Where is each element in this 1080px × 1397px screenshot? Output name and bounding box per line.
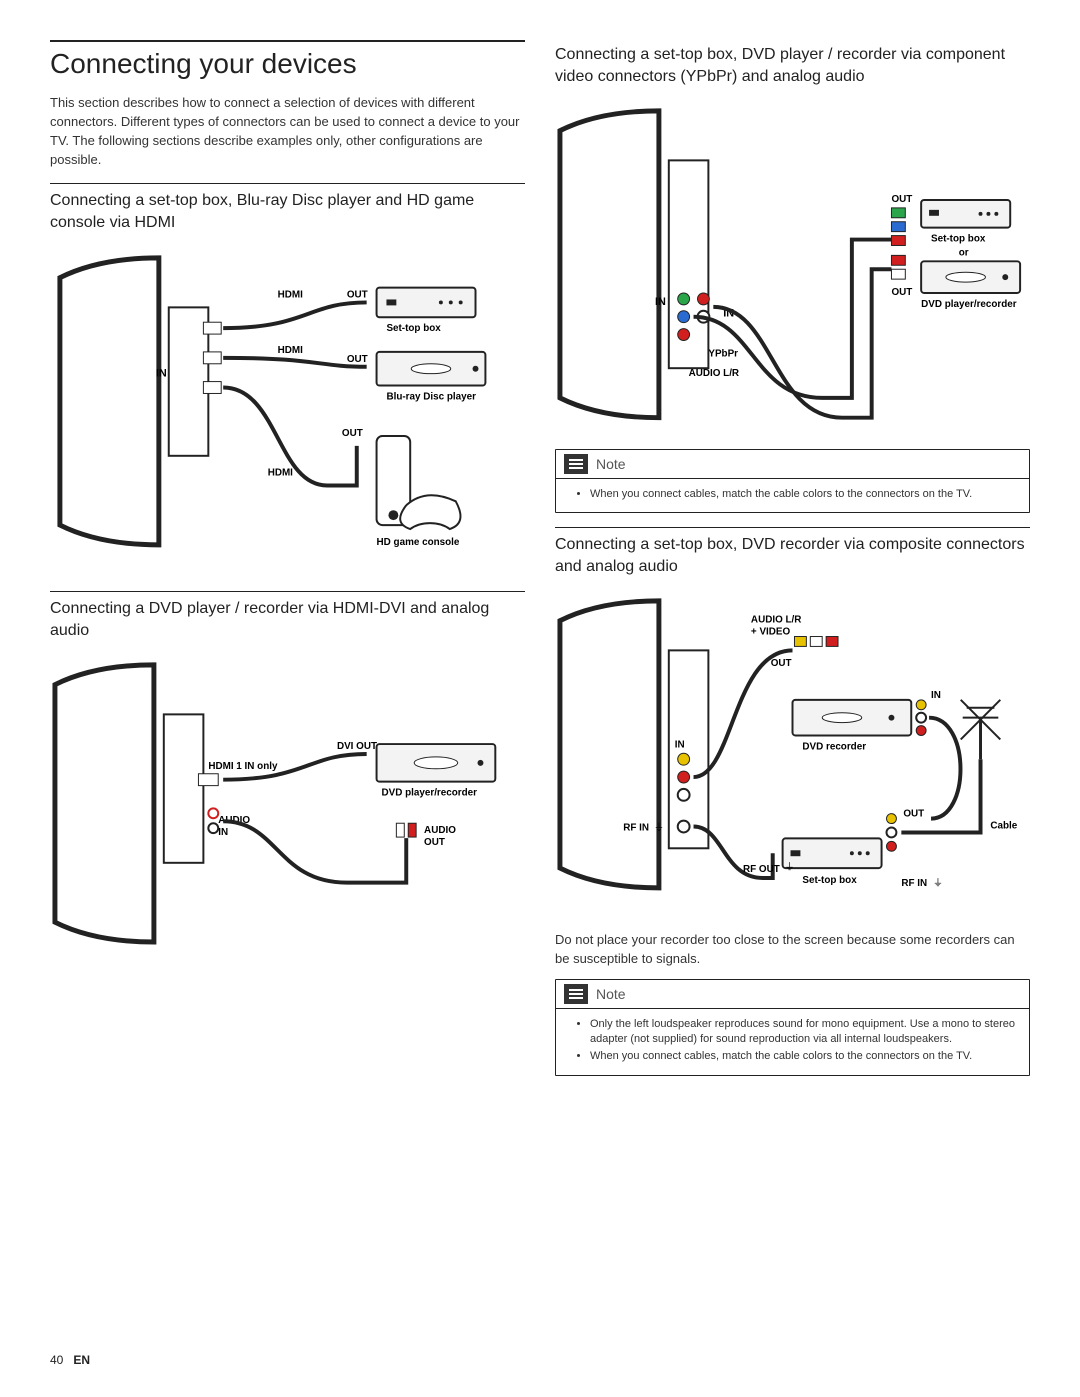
diagram-composite: IN RF IN ⏚ AUDIO L/R + VIDEO OUT DVD rec…: [555, 591, 1030, 918]
label-out: OUT: [771, 659, 792, 670]
note-box-ypbpr: Note When you connect cables, match the …: [555, 449, 1030, 513]
intro-paragraph: This section describes how to connect a …: [50, 94, 525, 169]
label-audio-lr: AUDIO L/R: [689, 368, 739, 379]
section-heading-composite: Connecting a set-top box, DVD recorder v…: [555, 534, 1030, 577]
section-rule: [50, 40, 525, 42]
label-or: or: [959, 248, 969, 259]
page-title: Connecting your devices: [50, 48, 525, 80]
svg-text:⏚: ⏚: [654, 822, 664, 834]
label-out: OUT: [347, 353, 368, 364]
label-bluray: Blu-ray Disc player: [386, 391, 476, 402]
label-hdmi: HDMI: [278, 289, 303, 300]
note-label: Note: [596, 986, 626, 1002]
label-plus-video: + VIDEO: [751, 627, 791, 638]
label-settop: Set-top box: [802, 875, 857, 886]
note-item: When you connect cables, match the cable…: [590, 487, 1017, 502]
label-rf-in: RF IN: [623, 823, 649, 834]
right-column: Connecting a set-top box, DVD player / r…: [555, 40, 1030, 1084]
label-console: HD game console: [377, 536, 460, 547]
diagram-ypbpr: IN IN YPbPr AUDIO L/R OUT OUT: [555, 101, 1030, 428]
note-item: Only the left loudspeaker reproduces sou…: [590, 1017, 1017, 1048]
note-box-composite: Note Only the left loudspeaker reproduce…: [555, 979, 1030, 1076]
label-hdmi: HDMI: [278, 344, 303, 355]
label-cable: Cable: [990, 821, 1017, 832]
antenna-icon: [961, 700, 1001, 759]
label-settop: Set-top box: [386, 323, 441, 334]
section-heading-hdmi: Connecting a set-top box, Blu-ray Disc p…: [50, 190, 525, 233]
label-dvd-player: DVD player/recorder: [382, 788, 478, 799]
svg-text:⏚: ⏚: [785, 861, 795, 873]
page-footer: 40 EN: [50, 1353, 90, 1367]
note-label: Note: [596, 456, 626, 472]
body-after-composite: Do not place your recorder too close to …: [555, 931, 1030, 969]
label-ypbpr: YPbPr: [708, 349, 738, 360]
label-out: OUT: [342, 428, 363, 439]
note-icon: [564, 984, 588, 1004]
note-header: Note: [556, 980, 1029, 1008]
label-dvi-out: DVI OUT: [337, 741, 377, 752]
diagram-hdmidvi: HDMI 1 IN only AUDIO IN DVI OUT DVD play…: [50, 655, 525, 952]
section-heading-hdmidvi: Connecting a DVD player / recorder via H…: [50, 598, 525, 641]
label-rf-out: RF OUT: [743, 864, 780, 875]
note-list: Only the left loudspeaker reproduces sou…: [556, 1008, 1029, 1075]
section-heading-ypbpr: Connecting a set-top box, DVD player / r…: [555, 44, 1030, 87]
note-header: Note: [556, 450, 1029, 478]
left-column: Connecting your devices This section des…: [50, 40, 525, 1084]
label-settop: Set-top box: [931, 234, 986, 245]
label-rf-in: RF IN: [901, 878, 927, 889]
label-audio-out2: OUT: [424, 837, 445, 848]
section-rule: [555, 527, 1030, 528]
label-in: IN: [675, 740, 685, 751]
label-hdmi: HDMI: [268, 467, 293, 478]
label-out: OUT: [891, 194, 912, 205]
two-column-layout: Connecting your devices This section des…: [50, 40, 1030, 1084]
label-audio-in2: IN: [218, 828, 228, 839]
section-rule: [50, 591, 525, 592]
label-out: OUT: [903, 809, 924, 820]
page-number: 40: [50, 1353, 63, 1367]
label-in: IN: [931, 690, 941, 701]
svg-text:⏚: ⏚: [933, 877, 943, 889]
section-rule: [50, 183, 525, 184]
page-lang: EN: [73, 1353, 90, 1367]
label-audiolr-video: AUDIO L/R: [751, 615, 801, 626]
label-out: OUT: [891, 287, 912, 298]
manual-page: Connecting your devices This section des…: [0, 0, 1080, 1397]
label-hdmi1: HDMI 1 IN only: [208, 761, 278, 772]
note-item: When you connect cables, match the cable…: [590, 1049, 1017, 1064]
note-list: When you connect cables, match the cable…: [556, 478, 1029, 512]
label-dvd: DVD player/recorder: [921, 299, 1017, 310]
diagram-hdmi: IN HDMI OUT Set-top box HDMI OUT Blu-ray…: [50, 248, 525, 565]
note-icon: [564, 454, 588, 474]
label-dvd-recorder: DVD recorder: [802, 742, 866, 753]
label-audio-out1: AUDIO: [424, 826, 456, 837]
label-out: OUT: [347, 289, 368, 300]
label-in: IN: [655, 296, 666, 308]
label-in: IN: [156, 367, 167, 379]
